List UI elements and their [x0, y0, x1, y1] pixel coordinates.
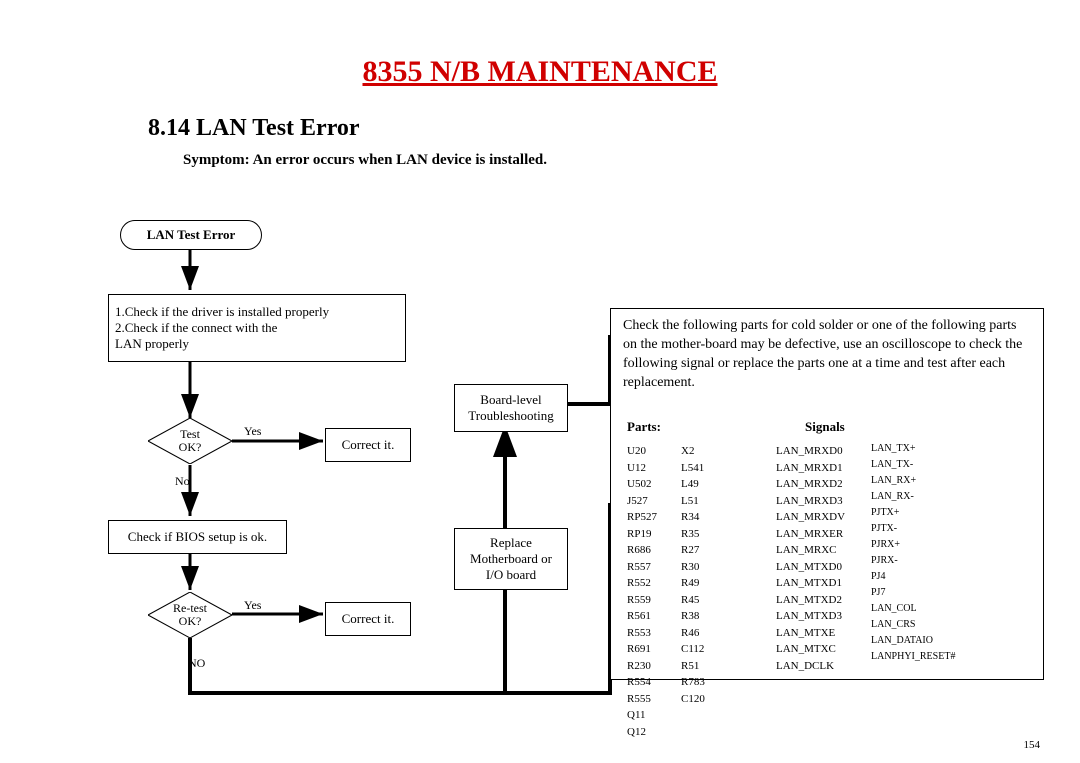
- parts-header: Parts:: [627, 419, 661, 435]
- label-no-2: NO: [188, 656, 205, 671]
- signals-header: Signals: [805, 419, 845, 435]
- page: 8355 N/B MAINTENANCE 8.14 LAN Test Error…: [0, 0, 1080, 763]
- label-yes-1: Yes: [244, 424, 261, 439]
- decision-test-ok: Test OK?: [148, 418, 232, 464]
- step-correct-2: Correct it.: [325, 602, 411, 636]
- step-correct-1: Correct it.: [325, 428, 411, 462]
- label-yes-2: Yes: [244, 598, 261, 613]
- step-replace: Replace Motherboard or I/O board: [454, 528, 568, 590]
- signals-col-1: LAN_MRXD0LAN_MRXD1LAN_MRXD2LAN_MRXD3LAN_…: [776, 443, 845, 674]
- start-terminator: LAN Test Error: [120, 220, 262, 250]
- page-number: 154: [1024, 739, 1041, 751]
- signals-col-2: LAN_TX+LAN_TX-LAN_RX+LAN_RX-PJTX+PJTX-PJ…: [871, 441, 955, 665]
- decision-retest: Re-test OK?: [148, 592, 232, 638]
- step-check-driver: 1.Check if the driver is installed prope…: [108, 294, 406, 362]
- parts-signals-panel: Check the following parts for cold solde…: [610, 308, 1044, 680]
- panel-intro: Check the following parts for cold solde…: [623, 317, 1031, 393]
- step-board-level: Board-level Troubleshooting: [454, 384, 568, 432]
- step-bios: Check if BIOS setup is ok.: [108, 520, 287, 554]
- parts-col-1: U20U12U502J527RP527RP19R686R557R552R559R…: [627, 443, 657, 740]
- label-no-1: No: [175, 474, 190, 489]
- parts-col-2: X2L541L49L51R34R35R27R30R49R45R38R46C112…: [681, 443, 705, 707]
